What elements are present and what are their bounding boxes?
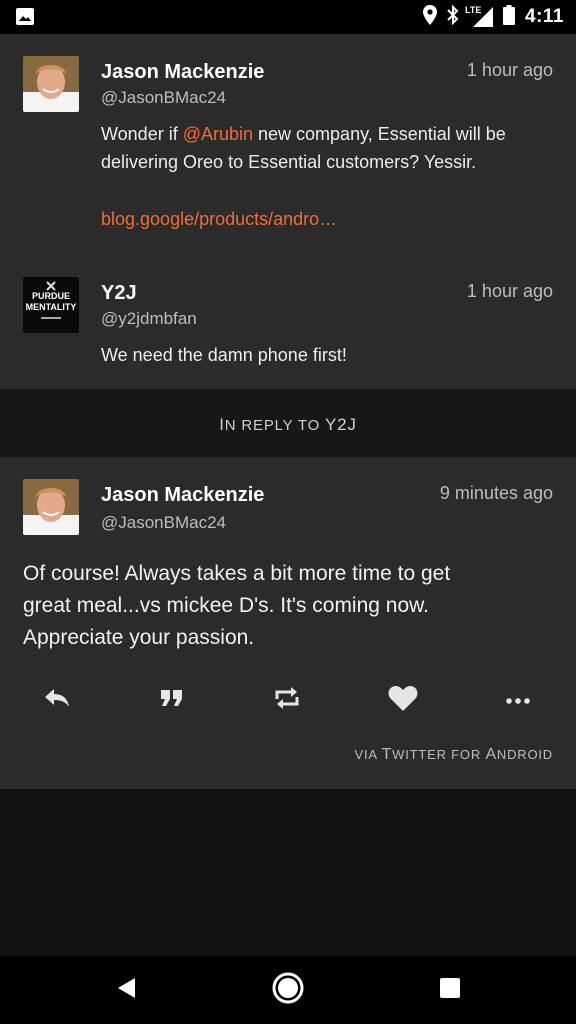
more-icon bbox=[506, 691, 530, 709]
bluetooth-icon bbox=[447, 4, 459, 30]
reply-target[interactable]: Y2J bbox=[325, 415, 357, 434]
quote-button[interactable] bbox=[152, 680, 192, 720]
avatar[interactable] bbox=[23, 56, 79, 112]
back-button[interactable] bbox=[106, 970, 146, 1010]
via-part: NDROID bbox=[496, 747, 553, 762]
like-button[interactable] bbox=[383, 680, 423, 720]
tweet-actions bbox=[0, 680, 576, 720]
retweet-button[interactable] bbox=[267, 680, 307, 720]
home-icon bbox=[271, 971, 305, 1010]
tweet-text: Wonder if @Arubin new company, Essential… bbox=[101, 120, 561, 176]
tweet-text-line: great meal...vs mickee D's. It's coming … bbox=[23, 594, 429, 617]
quote-icon bbox=[161, 689, 183, 711]
via-part: A bbox=[485, 746, 497, 763]
via-client-label: VIA TWITTER FOR ANDROID bbox=[355, 746, 554, 764]
reply-icon bbox=[43, 687, 71, 714]
reply-label-part: N REPLY TO bbox=[224, 417, 326, 434]
battery-icon bbox=[503, 4, 516, 30]
via-part: WITTER FOR bbox=[392, 747, 486, 762]
author-name[interactable]: Jason Mackenzie bbox=[101, 61, 264, 84]
author-name[interactable]: Y2J bbox=[101, 282, 137, 305]
main-tweet: Jason Mackenzie 9 minutes ago @JasonBMac… bbox=[0, 457, 576, 789]
author-handle[interactable]: @y2jdmbfan bbox=[101, 309, 197, 329]
location-icon bbox=[423, 4, 438, 30]
tweet-text: We need the damn phone first! bbox=[101, 345, 347, 365]
status-bar: LTE 4:11 bbox=[0, 0, 576, 34]
author-handle[interactable]: @JasonBMac24 bbox=[101, 88, 226, 108]
mention-link[interactable]: @Arubin bbox=[183, 124, 253, 144]
tweet-time: 1 hour ago bbox=[466, 60, 553, 80]
home-button[interactable] bbox=[268, 970, 308, 1010]
avatar[interactable]: PURDUE MENTALITY bbox=[23, 277, 79, 333]
signal-icon: LTE bbox=[465, 5, 494, 27]
more-options-button[interactable] bbox=[498, 680, 538, 720]
author-handle[interactable]: @JasonBMac24 bbox=[101, 513, 226, 533]
author-name[interactable]: Jason Mackenzie bbox=[101, 484, 264, 507]
back-icon bbox=[115, 976, 137, 1005]
system-navigation-bar bbox=[0, 956, 576, 1024]
recents-icon bbox=[439, 977, 461, 1004]
svg-text:PURDUE: PURDUE bbox=[32, 291, 70, 301]
in-reply-to-label[interactable]: IN REPLY TO Y2J bbox=[0, 415, 576, 435]
network-type: LTE bbox=[465, 5, 482, 15]
in-reply-to-bar[interactable]: IN REPLY TO Y2J bbox=[0, 389, 576, 457]
tweet-text-part: Wonder if bbox=[101, 124, 183, 144]
status-time: 4:11 bbox=[525, 6, 564, 27]
avatar[interactable] bbox=[23, 479, 79, 535]
tweet-text-line: Of course! Always takes a bit more time … bbox=[23, 562, 451, 585]
recents-button[interactable] bbox=[430, 970, 470, 1010]
conversation-context: Jason Mackenzie 1 hour ago @JasonBMac24 … bbox=[0, 34, 576, 389]
via-part: VIA bbox=[354, 747, 382, 762]
reply-button[interactable] bbox=[37, 680, 77, 720]
url-link[interactable]: blog.google/products/andro… bbox=[101, 205, 337, 233]
tweet-time: 9 minutes ago bbox=[439, 483, 553, 503]
tweet-text-line: Appreciate your passion. bbox=[23, 626, 255, 649]
via-part: T bbox=[381, 746, 393, 763]
main-tweet-text: Of course! Always takes a bit more time … bbox=[23, 558, 563, 654]
tweet-time: 1 hour ago bbox=[466, 281, 553, 301]
retweet-icon bbox=[274, 686, 300, 715]
svg-text:MENTALITY: MENTALITY bbox=[26, 302, 77, 312]
gallery-icon bbox=[16, 8, 34, 25]
heart-icon bbox=[388, 685, 418, 716]
